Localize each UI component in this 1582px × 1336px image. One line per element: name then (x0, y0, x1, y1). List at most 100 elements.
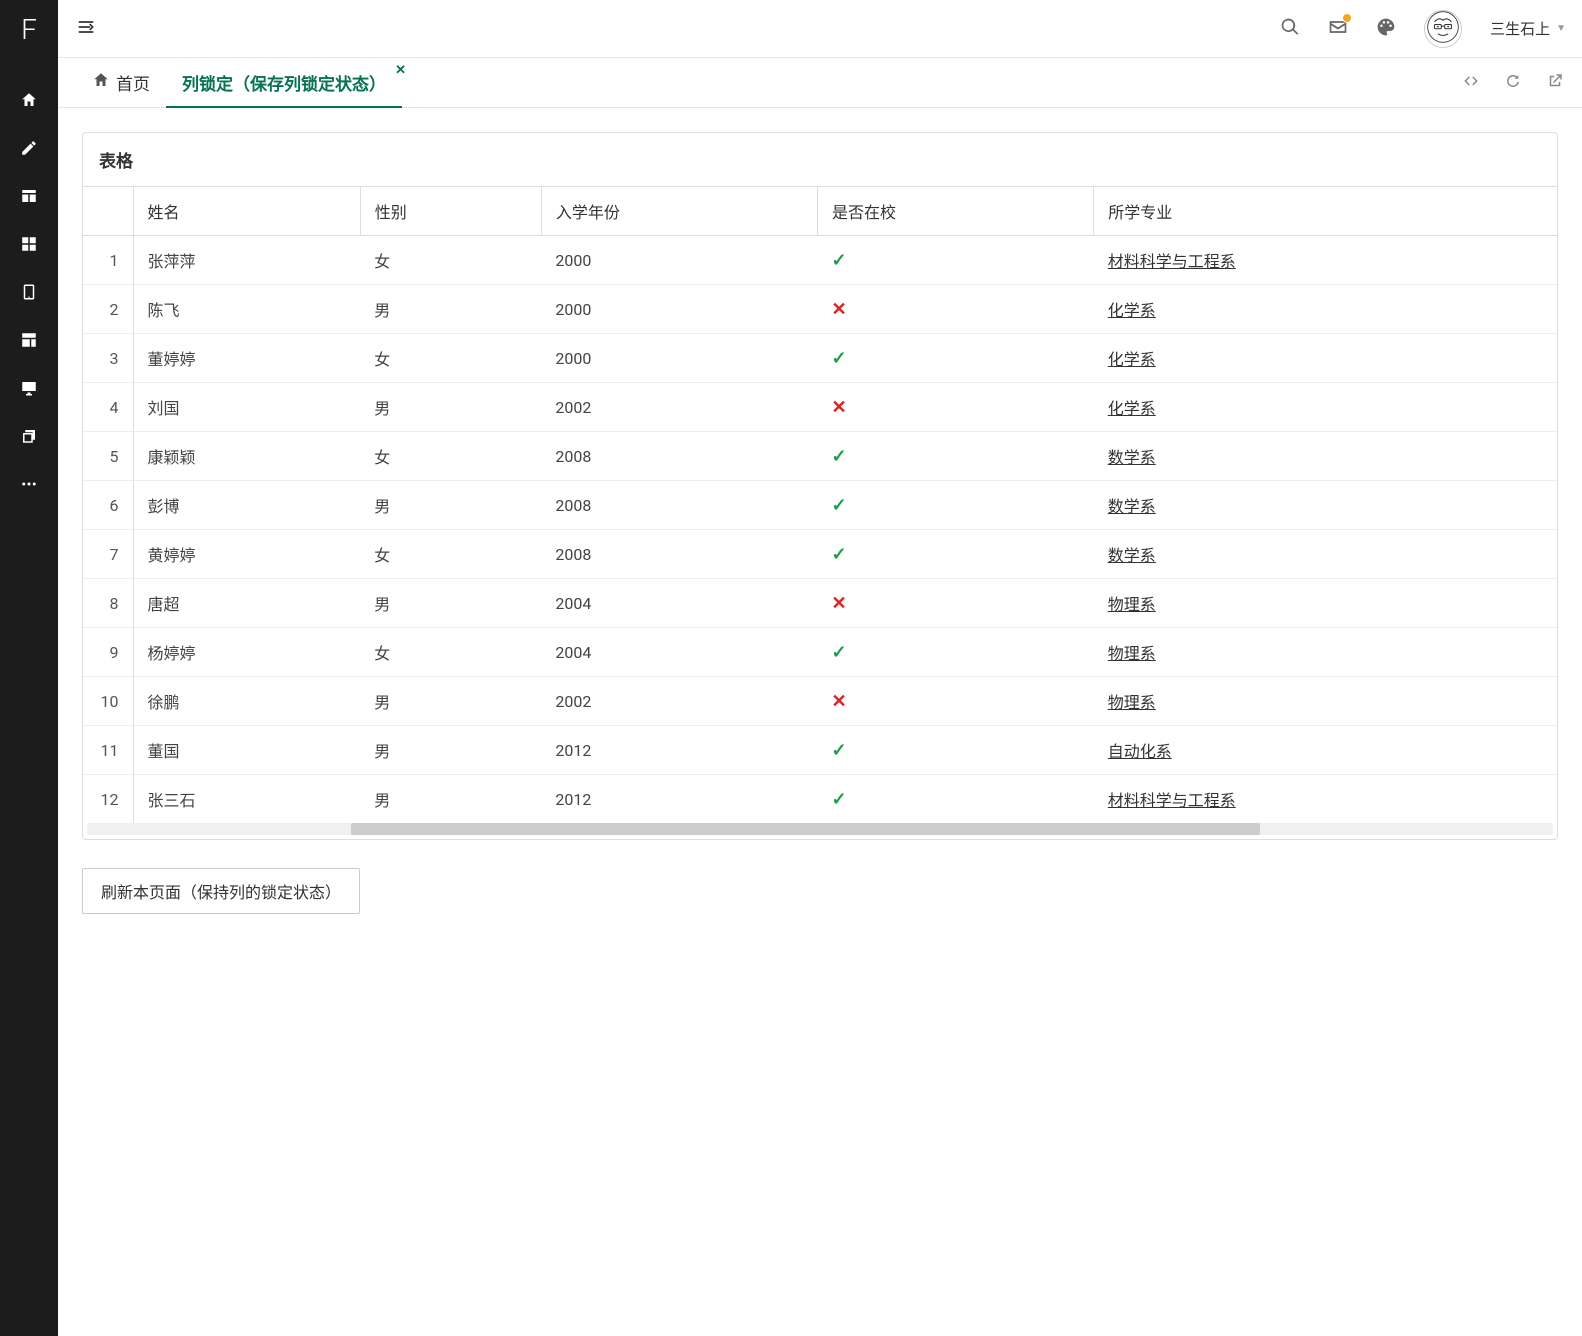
major-link[interactable]: 物理系 (1108, 644, 1156, 663)
logo[interactable]: F (0, 0, 58, 58)
sidebar-item-windows[interactable] (0, 414, 58, 462)
cell-gender: 女 (360, 628, 541, 677)
sidebar-item-more[interactable] (0, 462, 58, 510)
major-link[interactable]: 化学系 (1108, 301, 1156, 320)
header: 三生石上 ▼ (58, 0, 1582, 58)
sidebar-item-edit[interactable] (0, 126, 58, 174)
table-row[interactable]: 5康颖颖女2008✓数学系 (83, 432, 1557, 481)
table-row[interactable]: 2陈飞男2000✕化学系 (83, 285, 1557, 334)
scrollbar-thumb[interactable] (351, 823, 1260, 835)
cell-index: 11 (83, 726, 133, 775)
tabs-bar: 首页 列锁定（保存列锁定状态） ✕ (58, 58, 1582, 108)
content-area: 表格 姓名 性别 入学年份 是否在校 所学专业 (58, 108, 1582, 1336)
notification-dot (1342, 13, 1352, 23)
cell-gender: 女 (360, 236, 541, 285)
mail-button[interactable] (1328, 17, 1348, 41)
col-header-gender[interactable]: 性别 (360, 187, 541, 236)
avatar[interactable] (1424, 10, 1462, 48)
major-link[interactable]: 化学系 (1108, 399, 1156, 418)
cell-major: 物理系 (1094, 579, 1557, 628)
avatar-face-icon (1426, 10, 1460, 48)
major-link[interactable]: 数学系 (1108, 546, 1156, 565)
col-header-inschool[interactable]: 是否在校 (818, 187, 1094, 236)
user-name-label: 三生石上 (1490, 18, 1550, 39)
cell-year: 2008 (541, 530, 817, 579)
cell-year: 2012 (541, 775, 817, 824)
table-row[interactable]: 8唐超男2004✕物理系 (83, 579, 1557, 628)
table-row[interactable]: 4刘国男2002✕化学系 (83, 383, 1557, 432)
user-menu[interactable]: 三生石上 ▼ (1490, 18, 1566, 39)
col-header-name[interactable]: 姓名 (133, 187, 360, 236)
home-icon (20, 91, 38, 113)
cell-index: 4 (83, 383, 133, 432)
major-link[interactable]: 数学系 (1108, 497, 1156, 516)
windows-icon (20, 427, 38, 449)
table-row[interactable]: 1张萍萍女2000✓材料科学与工程系 (83, 236, 1557, 285)
cell-major: 化学系 (1094, 334, 1557, 383)
major-link[interactable]: 材料科学与工程系 (1108, 791, 1236, 810)
col-header-year[interactable]: 入学年份 (541, 187, 817, 236)
major-link[interactable]: 物理系 (1108, 693, 1156, 712)
menu-collapse-icon (76, 17, 96, 41)
theme-button[interactable] (1376, 17, 1396, 41)
search-button[interactable] (1280, 17, 1300, 41)
table-row[interactable]: 11董国男2012✓自动化系 (83, 726, 1557, 775)
sidebar-item-table[interactable] (0, 174, 58, 222)
table-row[interactable]: 6彭博男2008✓数学系 (83, 481, 1557, 530)
tab-active[interactable]: 列锁定（保存列锁定状态） ✕ (166, 58, 402, 107)
search-icon (1280, 17, 1300, 41)
refresh-icon (1504, 72, 1522, 94)
cell-name: 董婷婷 (133, 334, 360, 383)
code-button[interactable] (1462, 72, 1480, 94)
table-row[interactable]: 9杨婷婷女2004✓物理系 (83, 628, 1557, 677)
major-link[interactable]: 数学系 (1108, 448, 1156, 467)
display-icon (20, 379, 38, 401)
tab-close-button[interactable]: ✕ (395, 64, 406, 77)
cell-gender: 女 (360, 530, 541, 579)
cell-year: 2002 (541, 383, 817, 432)
table-row[interactable]: 10徐鹏男2002✕物理系 (83, 677, 1557, 726)
sidebar-item-grid[interactable] (0, 222, 58, 270)
open-external-button[interactable] (1546, 72, 1564, 94)
menu-toggle-button[interactable] (74, 17, 98, 41)
cell-gender: 男 (360, 775, 541, 824)
cell-year: 2008 (541, 432, 817, 481)
cell-inschool: ✓ (818, 628, 1094, 677)
sidebar: F (0, 0, 58, 1336)
check-icon: ✓ (832, 789, 847, 810)
cell-inschool: ✕ (818, 383, 1094, 432)
cell-index: 7 (83, 530, 133, 579)
col-header-major[interactable]: 所学专业 (1094, 187, 1557, 236)
refresh-button[interactable] (1504, 72, 1522, 94)
cell-inschool: ✕ (818, 579, 1094, 628)
cell-gender: 男 (360, 383, 541, 432)
cell-year: 2000 (541, 334, 817, 383)
major-link[interactable]: 材料科学与工程系 (1108, 252, 1236, 271)
table-row[interactable]: 12张三石男2012✓材料科学与工程系 (83, 775, 1557, 824)
major-link[interactable]: 自动化系 (1108, 742, 1172, 761)
sidebar-item-mobile[interactable] (0, 270, 58, 318)
sidebar-item-display[interactable] (0, 366, 58, 414)
table-row[interactable]: 3董婷婷女2000✓化学系 (83, 334, 1557, 383)
cell-major: 物理系 (1094, 628, 1557, 677)
check-icon: ✓ (832, 544, 847, 565)
cell-year: 2002 (541, 677, 817, 726)
cell-major: 自动化系 (1094, 726, 1557, 775)
sidebar-item-home[interactable] (0, 78, 58, 126)
tab-home-label: 首页 (116, 70, 150, 95)
col-header-index[interactable] (83, 187, 133, 236)
check-icon: ✓ (832, 642, 847, 663)
cell-major: 材料科学与工程系 (1094, 236, 1557, 285)
cell-name: 彭博 (133, 481, 360, 530)
sidebar-item-layout[interactable] (0, 318, 58, 366)
major-link[interactable]: 物理系 (1108, 595, 1156, 614)
table-row[interactable]: 7黄婷婷女2008 ✓ 数学系 (83, 530, 1557, 579)
tab-home[interactable]: 首页 (76, 58, 166, 107)
cell-inschool: ✓ (818, 334, 1094, 383)
horizontal-scrollbar[interactable] (87, 823, 1553, 835)
major-link[interactable]: 化学系 (1108, 350, 1156, 369)
cell-index: 12 (83, 775, 133, 824)
refresh-page-button[interactable]: 刷新本页面（保持列的锁定状态） (82, 868, 360, 914)
cell-name: 黄婷婷 (133, 530, 360, 579)
cell-year: 2000 (541, 285, 817, 334)
